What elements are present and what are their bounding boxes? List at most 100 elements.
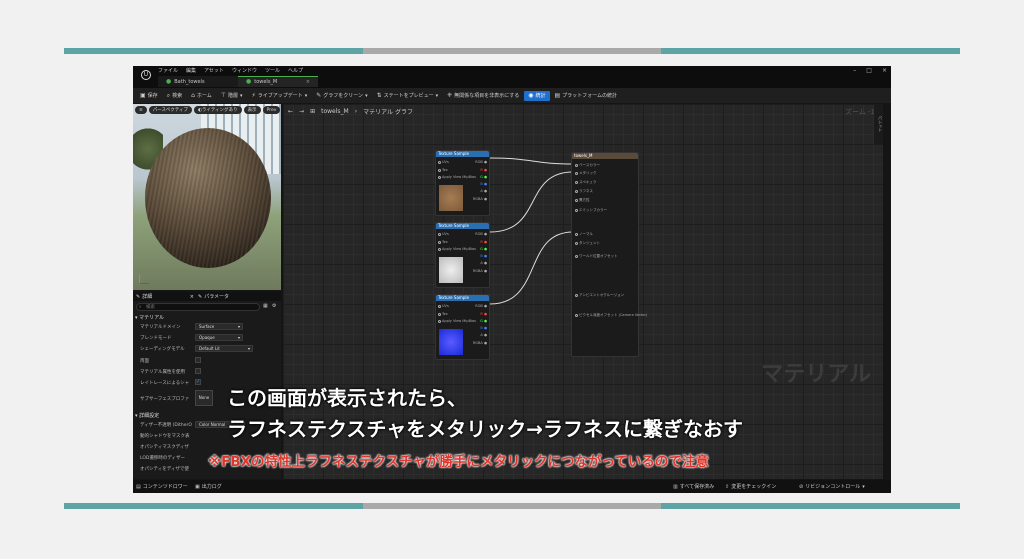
pin-metallic[interactable]: メタリック [575,171,597,176]
caption-line-3: ※FBXの特性上ラフネステクスチャが勝手にメタリックにつながっているので注意 [208,454,709,470]
menu-file[interactable]: ファイル [158,67,178,74]
details-search-input[interactable]: ⌕ 検索 [136,303,260,311]
pin-apply-mip[interactable]: Apply View MipBias [438,175,476,179]
preview-state-button[interactable]: ⇅ ステートをプレビュー ▾ [373,91,443,101]
pin-g[interactable]: G ● [480,319,487,323]
chevron-down-icon: ▾ [435,92,439,99]
tab-details[interactable]: ✎ 詳細 × [136,293,194,301]
twosided-checkbox[interactable] [195,357,201,363]
search-icon: ⌕ [139,305,142,310]
clean-graph-button[interactable]: ✎ グラフをクリーン ▾ [312,91,371,101]
shading-dropdown[interactable]: Default Lit ▾ [195,345,253,352]
usematattr-checkbox[interactable] [195,368,201,374]
pin-b[interactable]: B ● [480,254,487,258]
menu-window[interactable]: ウィンドウ [232,67,257,74]
pin-anisotropy[interactable]: 異方性 [575,198,590,203]
material-result-node[interactable]: towels_M ベースカラー メタリック スペキュラ ラフネス 異方性 エミッ… [571,152,647,357]
preview-viewport[interactable]: ≡ パースペクティブ ◐ ライティングあり 表示 Prev [133,104,281,290]
prop-shading-label: シェーディングモデル [140,347,185,352]
save-button[interactable]: ▣ 保存 [136,91,162,101]
section-material[interactable]: ▾ マテリアル [135,314,164,321]
platform-stats-button[interactable]: ▤ プラットフォームの統計 [551,91,622,101]
prev-button[interactable]: Prev [262,106,281,114]
lighting-button[interactable]: ◐ ライティングあり [193,106,242,114]
pin-r[interactable]: R ● [480,312,487,316]
pin-apply-mip[interactable]: Apply View MipBias [438,247,476,251]
menu-asset[interactable]: アセット [204,67,224,74]
check-in-icon: ⇧ [725,483,730,490]
live-update-button[interactable]: ⚡ ライブアップデート ▾ [248,91,312,101]
domain-dropdown[interactable]: Surface ▾ [195,323,243,330]
viewport-menu-button[interactable]: ≡ [135,106,147,114]
pin-a[interactable]: A ● [480,333,487,337]
browse-button[interactable]: ⌕ 検索 [163,91,186,101]
pin-r[interactable]: R ● [480,168,487,172]
pin-base-color[interactable]: ベースカラー [575,163,600,168]
pin-rgb[interactable]: RGB ● [475,160,487,164]
pin-wpo[interactable]: ワールド位置オフセット [575,254,618,259]
pin-g[interactable]: G ● [480,247,487,251]
menu-help[interactable]: ヘルプ [288,67,303,74]
close-icon[interactable]: × [882,67,887,74]
pin-emissive[interactable]: エミッシブカラー [575,208,607,213]
pin-apply-mip[interactable]: Apply View MipBias [438,319,476,323]
content-drawer-button[interactable]: ▤ コンテンツドロワー [136,483,188,491]
hide-unrelated-button[interactable]: ⁜ 無関係な項目を非表示にする [443,91,523,101]
show-button[interactable]: 表示 [243,106,261,114]
tab-bath-towels[interactable]: ● Bath_towels [158,76,238,87]
tab-parameters[interactable]: ✎ パラメータ [198,293,229,301]
bottom-stripe-left [64,503,363,509]
pin-uvs[interactable]: UVs [438,304,449,308]
pin-normal[interactable]: ノーマル [575,232,593,237]
tab-towels-m[interactable]: ● towels_M × [238,76,318,87]
menu-edit[interactable]: 編集 [186,67,196,74]
top-stripe-right [661,48,960,54]
blend-dropdown[interactable]: Opaque ▾ [195,334,243,341]
pin-rgba[interactable]: RGBA ● [473,197,487,201]
pin-pdo[interactable]: ピクセル深度オフセット (Camera Vector) [575,313,647,318]
section-advanced[interactable]: ▾ 詳細設定 [135,412,159,419]
pin-specular[interactable]: スペキュラ [575,180,596,185]
pin-ao[interactable]: アンビエントオクルージョン [575,293,624,298]
minimize-icon[interactable]: – [853,67,856,74]
pin-a[interactable]: A ● [480,189,487,193]
pin-tangent[interactable]: タンジェント [575,241,600,246]
check-in-button[interactable]: ⇧ 変更をチェックイン [725,483,776,491]
layout-icon[interactable]: ▦ [263,303,268,309]
caption-line-1: この画面が表示されたら、 [227,386,467,410]
stats-button[interactable]: ◉ 統計 [524,90,550,101]
source-control-button[interactable]: ⊘ リビジョンコントロール ▾ [799,483,865,491]
perspective-button[interactable]: パースペクティブ [148,106,192,114]
texture-sample-node-1[interactable]: Texture Sample UVs Tex Apply View MipBia… [435,150,490,216]
home-button[interactable]: ⌂ ホーム [187,91,216,101]
pin-rgb[interactable]: RGB ● [475,304,487,308]
tab-close-icon[interactable]: × [306,79,310,85]
pin-r[interactable]: R ● [480,240,487,244]
maximize-icon[interactable]: □ [866,67,872,74]
pin-rgb[interactable]: RGB ● [475,232,487,236]
pin-uvs[interactable]: UVs [438,160,449,164]
menu-tools[interactable]: ツール [265,67,280,74]
pin-rgba[interactable]: RGBA ● [473,341,487,345]
texture-sample-node-3[interactable]: Texture Sample UVs Tex Apply View MipBia… [435,294,490,360]
raytrace-checkbox[interactable]: ✓ [195,379,201,385]
save-all-button[interactable]: ▥ すべて保存済み [673,483,714,491]
pin-roughness[interactable]: ラフネス [575,189,593,194]
hierarchy-button[interactable]: ⊤ 階層 ▾ [217,91,247,101]
pin-rgba[interactable]: RGBA ● [473,269,487,273]
palette-side-tab[interactable]: パレット [874,104,883,144]
texture-sample-node-2[interactable]: Texture Sample UVs Tex Apply View MipBia… [435,222,490,288]
pin-tex[interactable]: Tex [438,168,448,172]
close-icon[interactable]: × [190,294,194,300]
pin-a[interactable]: A ● [480,261,487,265]
subsurface-thumbnail[interactable]: None [195,390,213,406]
output-log-button[interactable]: ▣ 出力ログ [195,483,222,491]
gear-icon[interactable]: ⚙ [272,303,276,309]
pin-tex[interactable]: Tex [438,312,448,316]
pin-tex[interactable]: Tex [438,240,448,244]
unreal-logo-icon[interactable]: U [141,70,151,80]
pin-uvs[interactable]: UVs [438,232,449,236]
pin-g[interactable]: G ● [480,175,487,179]
pin-b[interactable]: B ● [480,326,487,330]
pin-b[interactable]: B ● [480,182,487,186]
